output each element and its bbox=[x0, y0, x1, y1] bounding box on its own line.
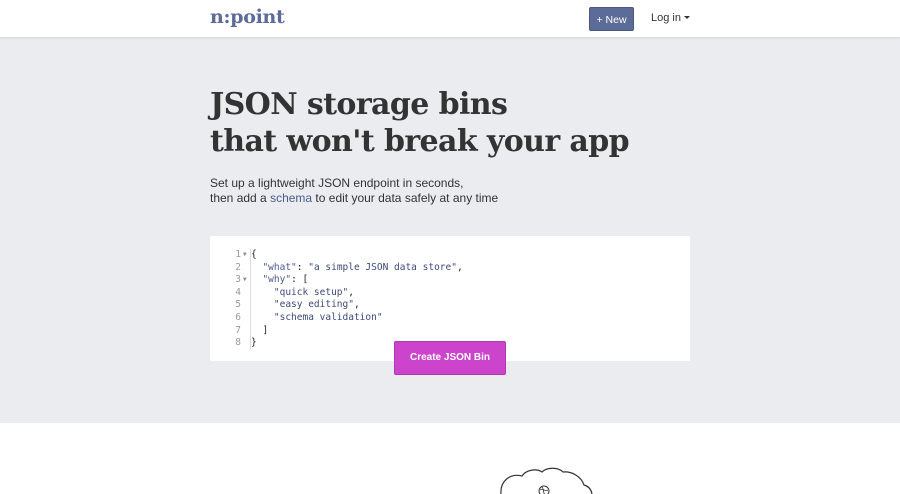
line-number: 3 bbox=[235, 274, 241, 286]
code-text: "why": [ bbox=[262, 274, 309, 286]
login-dropdown[interactable]: Log in bbox=[651, 12, 690, 24]
top-navbar: n:point + New Log in bbox=[0, 0, 900, 38]
cloud-globe-illustration bbox=[500, 467, 593, 494]
code-line[interactable]: 4 "quick setup", bbox=[210, 287, 690, 300]
headline-line-2: that won't break your app bbox=[210, 124, 630, 159]
fold-toggle-icon[interactable]: ▼ bbox=[243, 249, 247, 262]
caret-down-icon bbox=[683, 15, 690, 19]
line-number: 5 bbox=[235, 299, 241, 311]
globe-lines bbox=[539, 486, 549, 494]
line-number: 7 bbox=[235, 324, 241, 336]
code-text: { bbox=[251, 249, 257, 260]
line-number: 8 bbox=[235, 337, 241, 349]
code-text: "what": "a simple JSON data store", bbox=[262, 261, 463, 273]
code-text: "quick setup", bbox=[273, 286, 354, 298]
code-text: "schema validation" bbox=[273, 312, 383, 323]
line-number: 6 bbox=[235, 312, 241, 323]
code-line[interactable]: 1 ▼ { bbox=[210, 249, 690, 262]
code-line[interactable]: 7 ] bbox=[210, 325, 690, 338]
subtitle-line-1: Set up a lightweight JSON endpoint in se… bbox=[210, 176, 464, 190]
subtitle-line-2-end: to edit your data safely at any time bbox=[312, 191, 499, 205]
subtitle: Set up a lightweight JSON endpoint in se… bbox=[210, 176, 498, 206]
code-line[interactable]: 2 "what": "a simple JSON data store", bbox=[210, 262, 690, 275]
create-json-bin-button[interactable]: Create JSON Bin bbox=[394, 341, 506, 375]
subtitle-line-2: then add a schema to edit your data safe… bbox=[210, 191, 498, 206]
line-number: 1 bbox=[235, 249, 241, 260]
code-text: ] bbox=[251, 324, 269, 336]
code-text: "easy editing", bbox=[273, 299, 360, 311]
logo[interactable]: n:point bbox=[210, 6, 285, 28]
new-bin-button[interactable]: + New bbox=[589, 7, 634, 31]
line-number: 2 bbox=[235, 261, 241, 273]
login-label: Log in bbox=[651, 12, 681, 24]
headline-line-1: JSON storage bins bbox=[210, 87, 508, 122]
code-line[interactable]: 5 "easy editing", bbox=[210, 299, 690, 312]
subtitle-line-2-start: then add a bbox=[210, 191, 271, 205]
code-text: } bbox=[251, 337, 257, 349]
line-number: 4 bbox=[235, 286, 241, 298]
code-line[interactable]: 3 ▼ "why": [ bbox=[210, 274, 690, 287]
code-line[interactable]: 6 "schema validation" bbox=[210, 312, 690, 325]
headline: JSON storage bins that won't break your … bbox=[210, 86, 630, 160]
schema-link[interactable]: schema bbox=[270, 191, 312, 205]
fold-toggle-icon[interactable]: ▼ bbox=[243, 274, 247, 287]
